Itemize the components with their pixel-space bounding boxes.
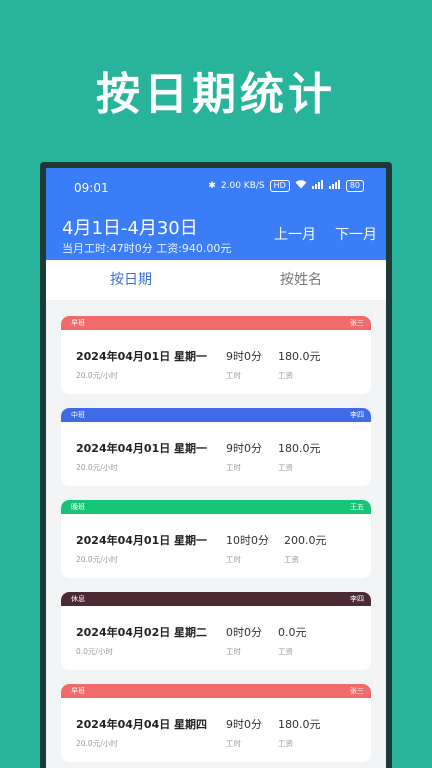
shift-strip: 晚班 王五 bbox=[61, 500, 371, 514]
record-card[interactable]: 早班 张三 2024年04月04日 星期四 20.0元/小时 9时0分 工时 1… bbox=[61, 684, 371, 762]
record-card[interactable]: 中班 李四 2024年04月01日 星期一 20.0元/小时 9时0分 工时 1… bbox=[61, 408, 371, 486]
wage-label: 工资 bbox=[278, 647, 293, 656]
wage: 180.0元 bbox=[278, 350, 321, 363]
record-date: 2024年04月01日 星期一 bbox=[76, 534, 208, 547]
status-icons: ✱ 2.00 KB/S HD 80 bbox=[208, 180, 364, 192]
prev-month-button[interactable]: 上一月 bbox=[274, 224, 316, 244]
wifi-icon bbox=[295, 180, 307, 192]
tab-by-name[interactable]: 按姓名 bbox=[216, 260, 386, 300]
work-hours: 0时0分 bbox=[226, 626, 262, 639]
signal-icon bbox=[311, 180, 324, 192]
next-month-button[interactable]: 下一月 bbox=[335, 224, 377, 244]
hd-icon: HD bbox=[269, 180, 290, 192]
wage: 0.0元 bbox=[278, 626, 307, 639]
wage-label: 工资 bbox=[278, 739, 293, 748]
network-speed: 2.00 KB/S bbox=[220, 181, 265, 191]
wage: 180.0元 bbox=[278, 718, 321, 731]
record-card[interactable]: 早班 张三 2024年04月01日 星期一 20.0元/小时 9时0分 工时 1… bbox=[61, 316, 371, 394]
shift-label: 晚班 bbox=[71, 503, 85, 511]
wage-label: 工资 bbox=[278, 371, 293, 380]
battery-icon: 80 bbox=[345, 180, 364, 192]
bluetooth-icon: ✱ bbox=[208, 181, 216, 191]
shift-label: 早班 bbox=[71, 319, 85, 327]
worker-name: 张三 bbox=[350, 319, 364, 327]
hourly-rate: 0.0元/小时 bbox=[76, 647, 113, 656]
tab-bar: 按日期 按姓名 bbox=[46, 260, 386, 300]
shift-label: 中班 bbox=[71, 411, 85, 419]
shift-strip: 中班 李四 bbox=[61, 408, 371, 422]
record-card[interactable]: 晚班 王五 2024年04月01日 星期一 20.0元/小时 10时0分 工时 … bbox=[61, 500, 371, 578]
work-hours-label: 工时 bbox=[226, 555, 241, 564]
hourly-rate: 20.0元/小时 bbox=[76, 739, 118, 748]
shift-strip: 早班 张三 bbox=[61, 684, 371, 698]
record-list: 早班 张三 2024年04月01日 星期一 20.0元/小时 9时0分 工时 1… bbox=[46, 300, 386, 762]
record-date: 2024年04月04日 星期四 bbox=[76, 718, 208, 731]
date-range-title: 4月1日-4月30日 bbox=[62, 218, 198, 239]
status-time: 09:01 bbox=[74, 181, 109, 195]
tab-by-date[interactable]: 按日期 bbox=[46, 260, 216, 300]
worker-name: 李四 bbox=[350, 595, 364, 603]
worker-name: 王五 bbox=[350, 503, 364, 511]
app-screen: 09:01 ✱ 2.00 KB/S HD 80 4月1日-4月30日 当月工时:… bbox=[46, 168, 386, 768]
work-hours: 10时0分 bbox=[226, 534, 269, 547]
promo-title: 按日期统计 bbox=[96, 69, 336, 120]
shift-strip: 休息 李四 bbox=[61, 592, 371, 606]
wage-label: 工资 bbox=[284, 555, 299, 564]
work-hours: 9时0分 bbox=[226, 718, 262, 731]
work-hours-label: 工时 bbox=[226, 463, 241, 472]
signal-icon-2 bbox=[328, 180, 341, 192]
record-date: 2024年04月01日 星期一 bbox=[76, 350, 208, 363]
wage: 180.0元 bbox=[278, 442, 321, 455]
hourly-rate: 20.0元/小时 bbox=[76, 371, 118, 380]
record-date: 2024年04月02日 星期二 bbox=[76, 626, 208, 639]
work-hours-label: 工时 bbox=[226, 371, 241, 380]
work-hours-label: 工时 bbox=[226, 647, 241, 656]
worker-name: 李四 bbox=[350, 411, 364, 419]
wage: 200.0元 bbox=[284, 534, 327, 547]
hourly-rate: 20.0元/小时 bbox=[76, 555, 118, 564]
shift-label: 休息 bbox=[71, 595, 85, 603]
work-hours: 9时0分 bbox=[226, 442, 262, 455]
shift-strip: 早班 张三 bbox=[61, 316, 371, 330]
hourly-rate: 20.0元/小时 bbox=[76, 463, 118, 472]
status-bar: 09:01 ✱ 2.00 KB/S HD 80 bbox=[46, 168, 386, 208]
worker-name: 张三 bbox=[350, 687, 364, 695]
app-header: 09:01 ✱ 2.00 KB/S HD 80 4月1日-4月30日 当月工时:… bbox=[46, 168, 386, 260]
month-summary: 当月工时:47时0分 工资:940.00元 bbox=[62, 242, 232, 255]
record-date: 2024年04月01日 星期一 bbox=[76, 442, 208, 455]
work-hours: 9时0分 bbox=[226, 350, 262, 363]
shift-label: 早班 bbox=[71, 687, 85, 695]
wage-label: 工资 bbox=[278, 463, 293, 472]
work-hours-label: 工时 bbox=[226, 739, 241, 748]
record-card[interactable]: 休息 李四 2024年04月02日 星期二 0.0元/小时 0时0分 工时 0.… bbox=[61, 592, 371, 670]
